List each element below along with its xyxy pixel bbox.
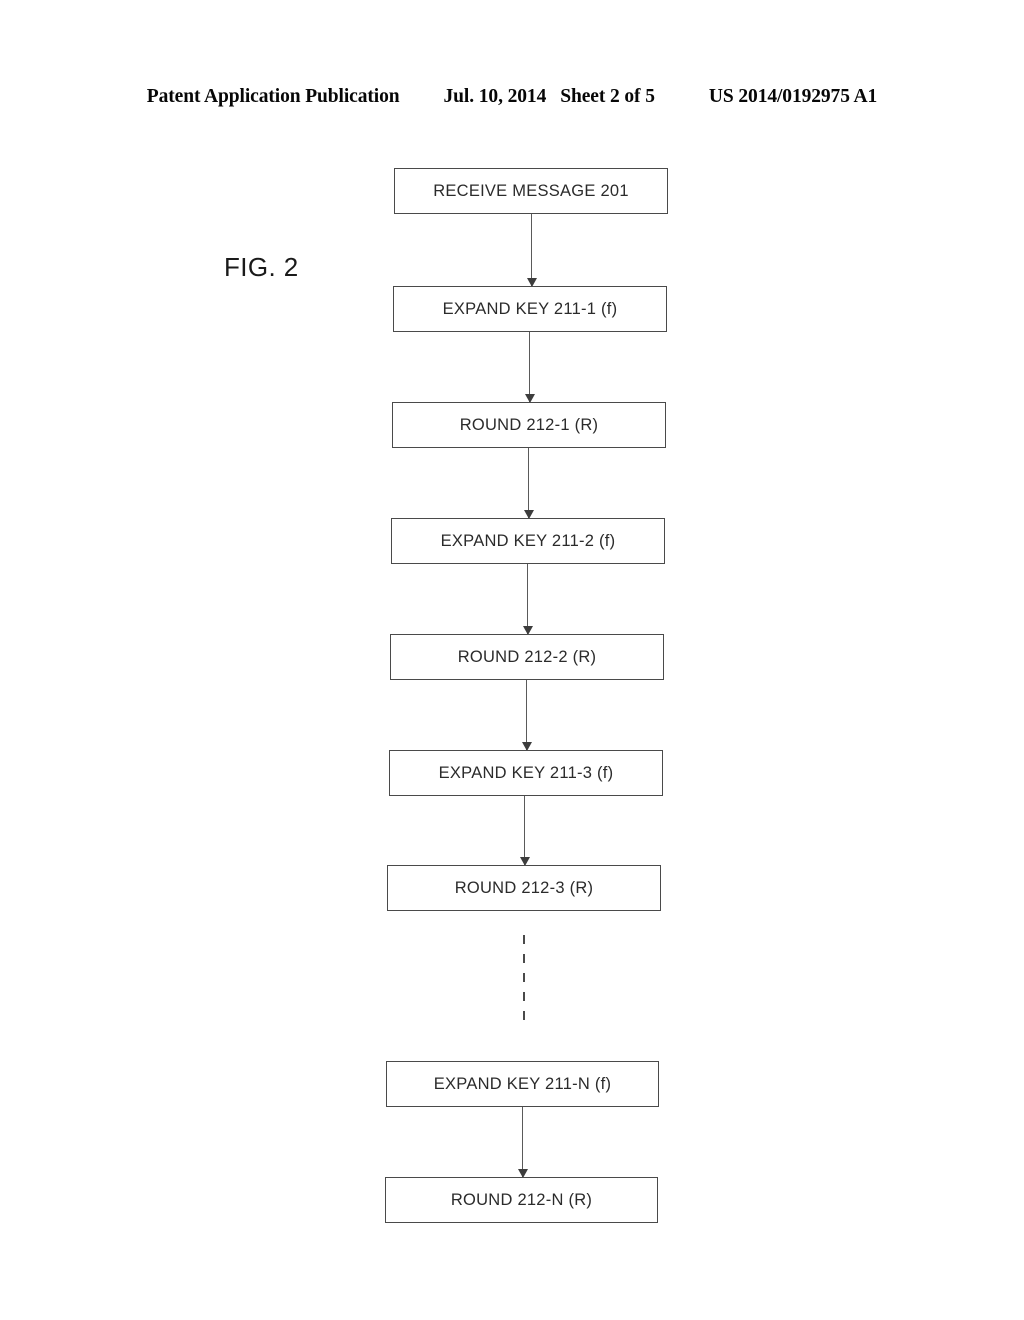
connector-line — [531, 214, 533, 286]
connector-line — [527, 564, 529, 634]
flow-node-211-3: EXPAND KEY 211-3 (f) — [389, 750, 663, 796]
connector-line — [524, 796, 526, 865]
flow-node-label: EXPAND KEY 211-1 (f) — [442, 299, 618, 318]
flow-node-label: EXPAND KEY 211-3 (f) — [438, 763, 614, 782]
flow-node-211-1: EXPAND KEY 211-1 (f) — [393, 286, 667, 332]
connector-line — [526, 680, 528, 750]
flow-node-201: RECEIVE MESSAGE 201 — [394, 168, 668, 214]
flow-continuation-dashes — [523, 935, 525, 1027]
flow-node-label: RECEIVE MESSAGE 201 — [433, 181, 629, 200]
flow-node-212-1: ROUND 212-1 (R) — [392, 402, 666, 448]
flow-node-label: ROUND 212-1 (R) — [459, 415, 599, 434]
connector-line — [529, 332, 531, 402]
flow-node-212-N: ROUND 212-N (R) — [385, 1177, 658, 1223]
flow-node-label: ROUND 212-2 (R) — [457, 647, 597, 666]
flow-node-211-2: EXPAND KEY 211-2 (f) — [391, 518, 665, 564]
flow-node-label: EXPAND KEY 211-2 (f) — [440, 531, 616, 550]
flow-node-label: ROUND 212-3 (R) — [454, 878, 594, 897]
flow-node-label: ROUND 212-N (R) — [450, 1190, 593, 1209]
flow-node-212-2: ROUND 212-2 (R) — [390, 634, 664, 680]
connector-line — [528, 448, 530, 518]
flow-node-211-N: EXPAND KEY 211-N (f) — [386, 1061, 659, 1107]
flowchart-diagram: RECEIVE MESSAGE 201 EXPAND KEY 211-1 (f) R… — [0, 0, 1024, 1320]
flow-node-label: EXPAND KEY 211-N (f) — [433, 1074, 612, 1093]
flow-node-212-3: ROUND 212-3 (R) — [387, 865, 661, 911]
connector-line — [522, 1107, 524, 1177]
